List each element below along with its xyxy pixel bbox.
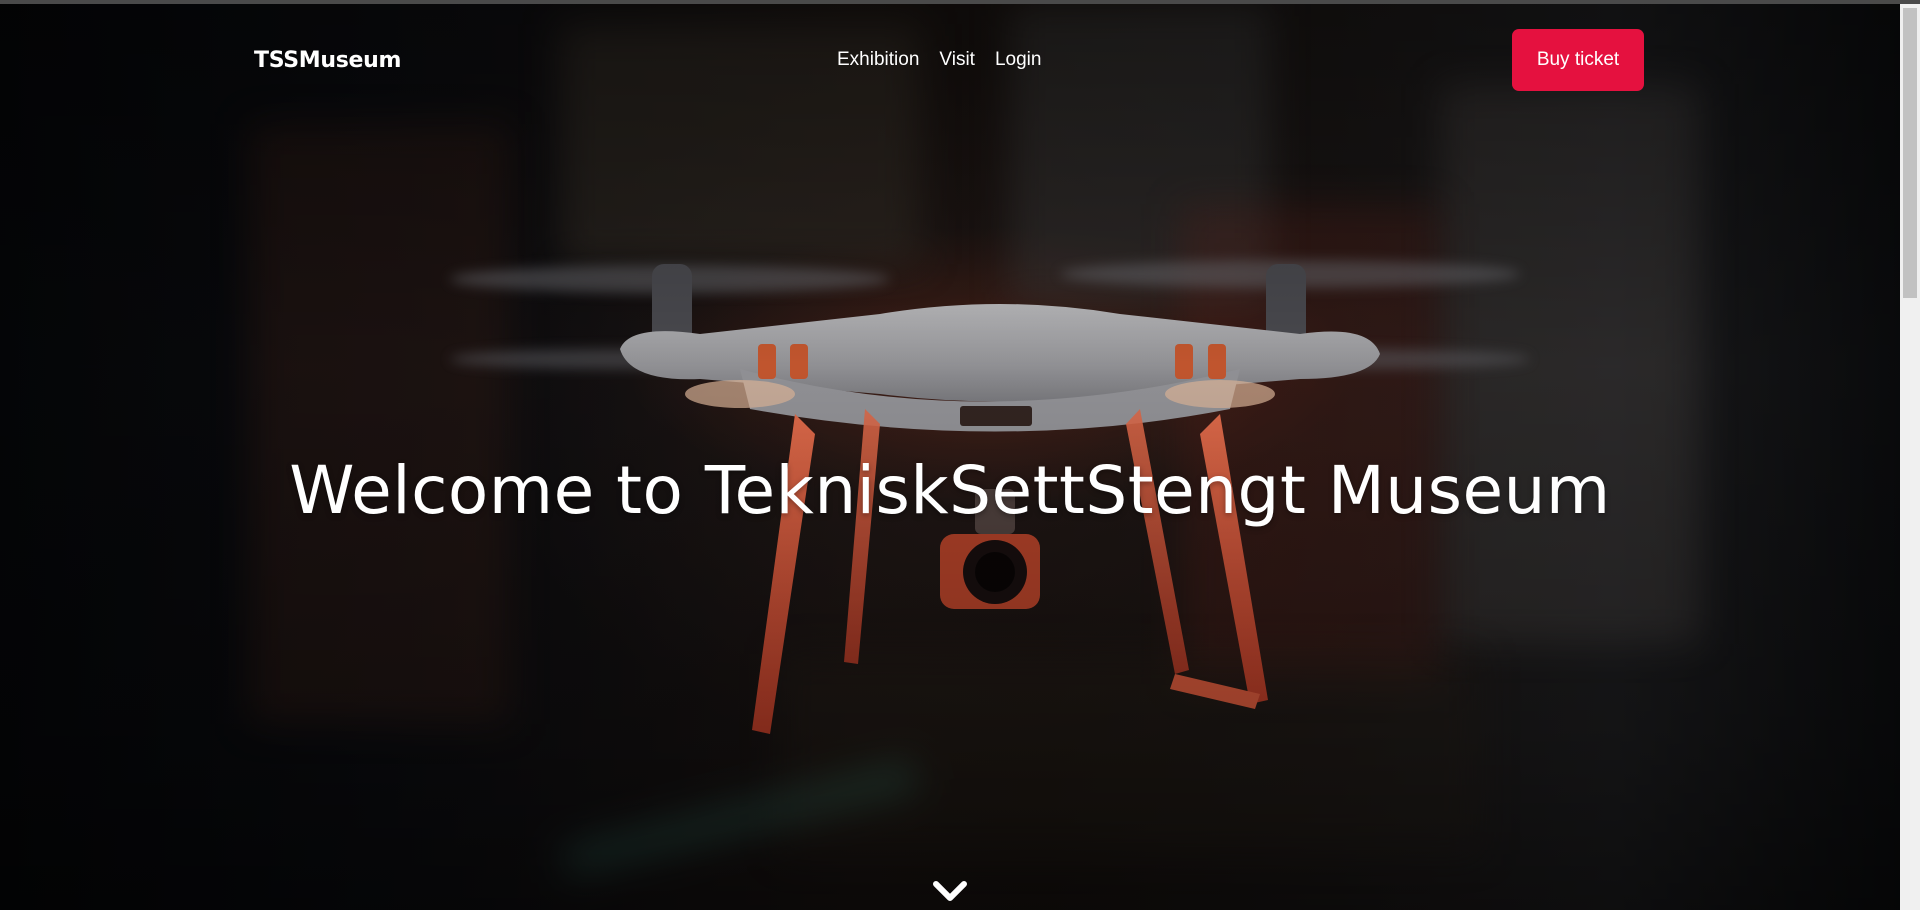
page-scrollbar[interactable] [1900, 4, 1920, 910]
nav-link-visit[interactable]: Visit [939, 49, 975, 71]
main-menu: Exhibition Visit Login [837, 29, 1041, 91]
buy-ticket-button[interactable]: Buy ticket [1512, 29, 1644, 91]
hero-headline: Welcome to TekniskSettStengt Museum [289, 452, 1611, 529]
nav-link-exhibition[interactable]: Exhibition [837, 49, 919, 71]
top-navigation: TSSMuseum Exhibition Visit Login Buy tic… [254, 29, 1644, 91]
scrollbar-thumb[interactable] [1903, 8, 1917, 298]
site-logo[interactable]: TSSMuseum [254, 48, 401, 73]
hero-section: Welcome to TekniskSettStengt Museum [0, 4, 1900, 910]
chevron-down-icon[interactable] [930, 878, 970, 904]
window-top-border [0, 0, 1920, 4]
nav-link-login[interactable]: Login [995, 49, 1042, 71]
